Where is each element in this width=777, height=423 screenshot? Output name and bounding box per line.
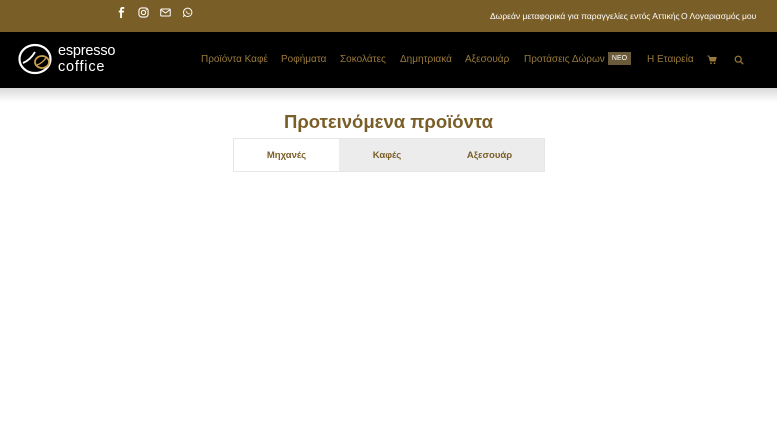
tab-coffee[interactable]: Καφές: [339, 139, 435, 171]
my-account-link[interactable]: Ο Λογαριασμός μου: [681, 11, 756, 21]
nav-item-cereals[interactable]: Δημητριακά: [400, 54, 452, 65]
nav-item-chocolates[interactable]: Σοκολάτες: [340, 54, 386, 65]
header-shadow: [0, 88, 777, 102]
nav-item-company[interactable]: Η Εταιρεία: [647, 54, 694, 65]
whatsapp-icon[interactable]: [181, 6, 194, 19]
search-icon[interactable]: [734, 55, 744, 65]
new-badge: ΝΕΟ: [608, 52, 631, 65]
nav-item-accessories[interactable]: Αξεσουάρ: [465, 54, 509, 65]
social-links: [115, 6, 194, 19]
main-navigation: Προϊόντα Καφέ Ροφήματα Σοκολάτες Δημητρι…: [0, 52, 777, 68]
facebook-icon[interactable]: [115, 6, 128, 19]
free-shipping-text: Δωρεάν μεταφορικά για παραγγελίες εντός …: [490, 11, 680, 21]
main-header: espresso coffice Προϊόντα Καφέ Ροφήματα …: [0, 32, 777, 88]
cart-icon[interactable]: [707, 55, 717, 65]
nav-item-coffee-products[interactable]: Προϊόντα Καφέ: [201, 54, 268, 65]
tab-accessories[interactable]: Αξεσουάρ: [435, 139, 544, 171]
instagram-icon[interactable]: [137, 6, 150, 19]
nav-item-beverages[interactable]: Ροφήματα: [281, 54, 326, 65]
top-bar: Δωρεάν μεταφορικά για παραγγελίες εντός …: [0, 0, 777, 32]
nav-item-gift-ideas[interactable]: Προτάσεις Δώρων: [524, 54, 605, 65]
tab-machines[interactable]: Μηχανές: [234, 139, 339, 171]
mail-icon[interactable]: [159, 6, 172, 19]
featured-products-heading: Προτεινόμενα προϊόντα: [283, 111, 493, 132]
product-tabs: Μηχανές Καφές Αξεσουάρ: [233, 138, 545, 172]
